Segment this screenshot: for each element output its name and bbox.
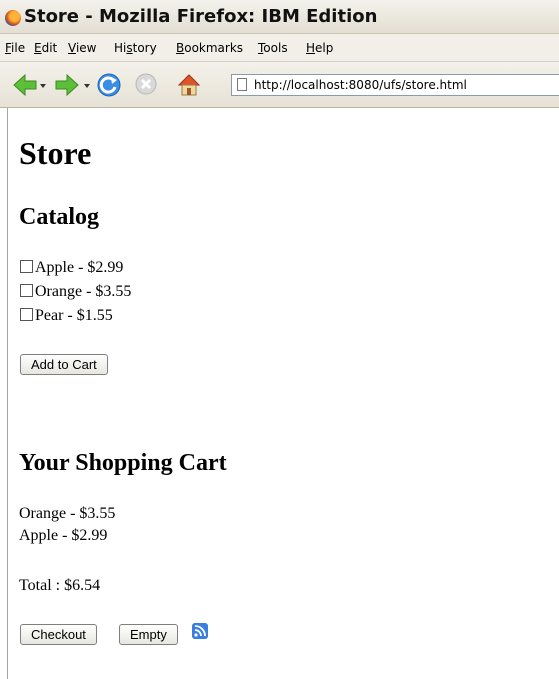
url-text[interactable]: http://localhost:8080/ufs/store.html xyxy=(254,78,467,92)
cart-total: Total : $6.54 xyxy=(19,577,101,594)
menubar: File Edit View History Bookmarks Tools H… xyxy=(0,34,559,62)
back-dropdown-icon[interactable] xyxy=(40,84,46,88)
window-left-edge xyxy=(7,108,8,679)
cart-item: Apple - $2.99 xyxy=(19,527,108,544)
back-icon[interactable] xyxy=(12,72,38,98)
catalog-checkbox[interactable] xyxy=(20,260,33,273)
reload-icon[interactable] xyxy=(96,72,122,98)
checkout-button[interactable]: Checkout xyxy=(20,624,97,645)
cart-heading: Your Shopping Cart xyxy=(19,450,227,476)
menu-view[interactable]: View xyxy=(68,41,96,55)
catalog-item-label: Apple - $2.99 xyxy=(35,259,124,276)
menu-history[interactable]: History xyxy=(114,41,157,55)
url-bar[interactable]: http://localhost:8080/ufs/store.html xyxy=(231,74,559,96)
firefox-icon xyxy=(5,10,21,26)
menu-help[interactable]: Help xyxy=(306,41,333,55)
catalog-heading: Catalog xyxy=(19,204,99,230)
page-title: Store xyxy=(19,135,92,171)
menu-file[interactable]: File xyxy=(5,41,25,55)
rss-feed-icon[interactable] xyxy=(192,623,208,639)
menu-bookmarks[interactable]: Bookmarks xyxy=(176,41,243,55)
menu-edit[interactable]: Edit xyxy=(34,41,57,55)
empty-cart-button[interactable]: Empty xyxy=(119,624,178,645)
window-titlebar: Store - Mozilla Firefox: IBM Edition xyxy=(0,0,559,34)
add-to-cart-button[interactable]: Add to Cart xyxy=(20,354,108,375)
forward-dropdown-icon[interactable] xyxy=(84,84,90,88)
page-icon xyxy=(237,78,247,91)
navigation-toolbar: http://localhost:8080/ufs/store.html xyxy=(0,62,559,108)
cart-item: Orange - $3.55 xyxy=(19,505,116,522)
catalog-checkbox[interactable] xyxy=(20,308,33,321)
stop-icon[interactable] xyxy=(134,72,158,96)
window-title: Store - Mozilla Firefox: IBM Edition xyxy=(24,6,378,27)
forward-icon[interactable] xyxy=(54,72,80,98)
catalog-item-label: Orange - $3.55 xyxy=(35,283,132,300)
home-icon[interactable] xyxy=(176,72,202,98)
menu-tools[interactable]: Tools xyxy=(258,41,288,55)
catalog-item-label: Pear - $1.55 xyxy=(35,307,113,324)
catalog-item[interactable]: Orange - $3.55 xyxy=(19,282,131,302)
catalog-item[interactable]: Pear - $1.55 xyxy=(19,306,113,326)
catalog-checkbox[interactable] xyxy=(20,284,33,297)
catalog-item[interactable]: Apple - $2.99 xyxy=(19,258,123,278)
